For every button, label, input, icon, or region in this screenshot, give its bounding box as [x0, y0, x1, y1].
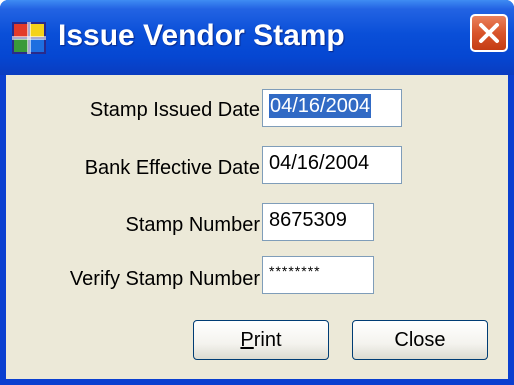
- print-button-accel: P: [240, 329, 254, 351]
- stamp-number-label: Stamp Number: [125, 214, 261, 236]
- close-icon: [479, 23, 499, 43]
- verify-stamp-number-label: Verify Stamp Number: [69, 268, 260, 290]
- stamp-issued-date-field[interactable]: 04/16/2004: [262, 89, 402, 127]
- print-button[interactable]: Print: [193, 320, 329, 360]
- close-button[interactable]: Close: [352, 320, 488, 360]
- stamp-number-field[interactable]: 8675309: [262, 203, 374, 241]
- app-window-icon: [12, 22, 46, 54]
- bank-effective-date-label: Bank Effective Date: [84, 157, 260, 179]
- verify-stamp-number-field[interactable]: ********: [262, 256, 374, 294]
- window-title: Issue Vendor Stamp: [58, 19, 345, 52]
- close-window-button[interactable]: [470, 14, 508, 52]
- dialog-body: Stamp Issued Date 04/16/2004 Bank Effect…: [6, 75, 508, 379]
- stamp-issued-date-value: 04/16/2004: [269, 94, 372, 118]
- title-bar[interactable]: Issue Vendor Stamp: [0, 0, 514, 75]
- bank-effective-date-field[interactable]: 04/16/2004: [262, 146, 402, 184]
- stamp-issued-date-label: Stamp Issued Date: [89, 99, 260, 121]
- print-button-label: rint: [253, 329, 282, 351]
- issue-vendor-stamp-window: Issue Vendor Stamp Stamp Issued Date 04/…: [0, 0, 514, 385]
